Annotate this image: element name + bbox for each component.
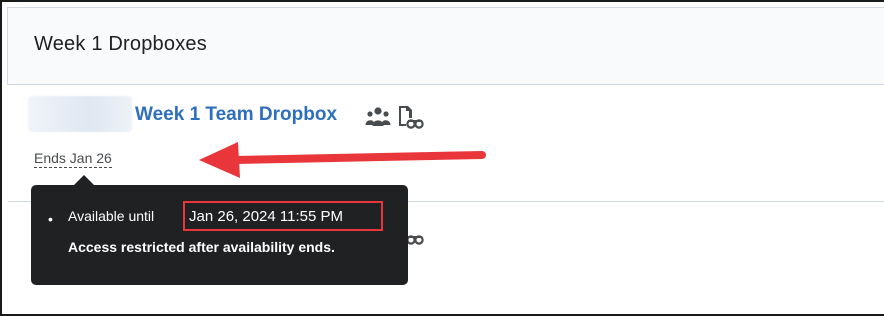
- dropbox-link[interactable]: Week 1 Team Dropbox: [135, 104, 337, 126]
- availability-tooltip: [31, 185, 408, 285]
- tooltip-restriction-note: Access restricted after availability end…: [68, 239, 335, 255]
- due-date-label[interactable]: Ends Jan 26: [34, 149, 112, 168]
- tooltip-available-date: Jan 26, 2024 11:55 PM: [183, 201, 383, 231]
- tooltip-available-prefix: Available until: [68, 208, 155, 224]
- folder-submission-icon: [399, 106, 424, 129]
- tooltip-bullet: •: [48, 211, 53, 227]
- section-title: Week 1 Dropboxes: [34, 33, 207, 55]
- blurred-image: [28, 96, 132, 132]
- group-icon: [365, 107, 391, 126]
